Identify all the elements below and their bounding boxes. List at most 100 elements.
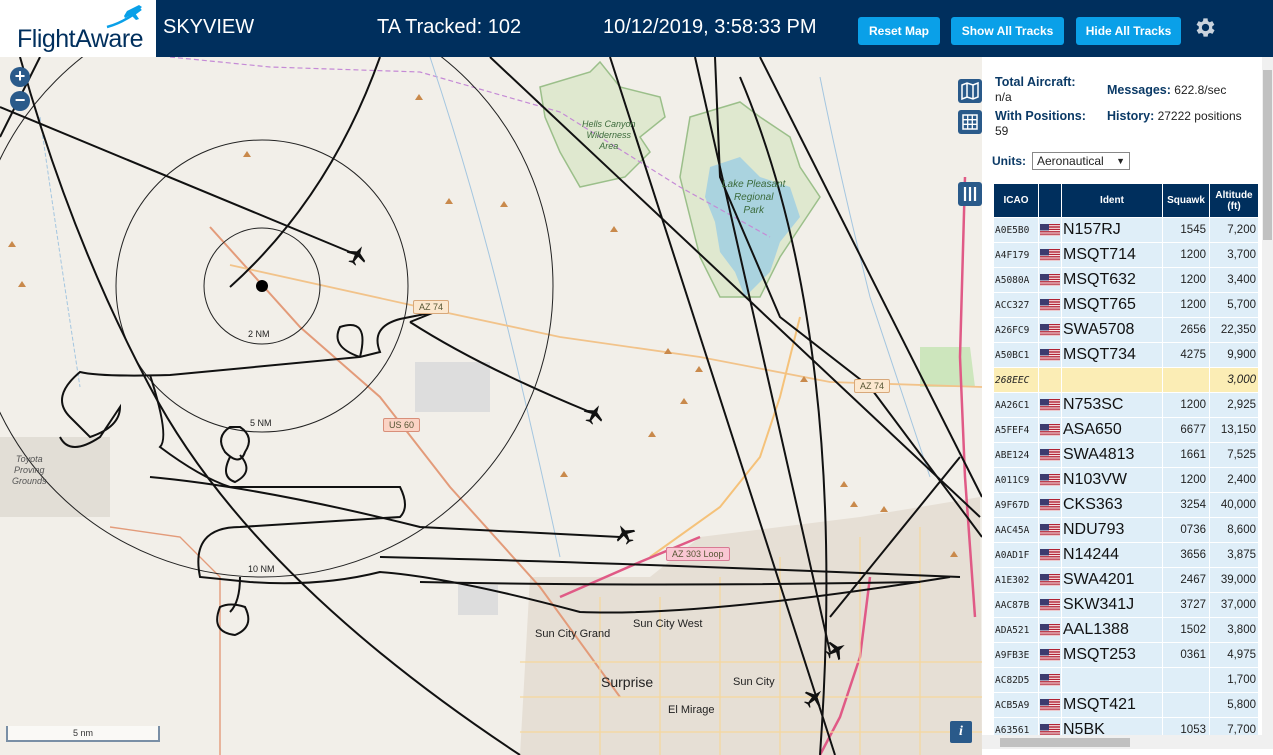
us-flag-icon — [1040, 424, 1060, 437]
cell-icao: A4F179 — [994, 243, 1038, 267]
table-row[interactable]: A0E5B0 N157RJ 1545 7,200 — [994, 218, 1258, 242]
info-button[interactable]: i — [950, 721, 972, 743]
us-flag-icon — [1040, 399, 1060, 412]
column-header-flag[interactable] — [1039, 184, 1061, 217]
aircraft-icon[interactable] — [580, 400, 607, 427]
cell-icao: AAC45A — [994, 518, 1038, 542]
columns-toggle-button[interactable] — [958, 182, 982, 206]
cell-flag — [1039, 443, 1061, 467]
place-sun-city-grand: Sun City Grand — [535, 628, 611, 640]
column-header-ident[interactable]: Ident — [1062, 184, 1162, 217]
zoom-out-button[interactable]: − — [10, 91, 30, 111]
cell-flag — [1039, 543, 1061, 567]
show-all-tracks-button[interactable]: Show All Tracks — [951, 17, 1064, 45]
stat-value: 622.8/sec — [1174, 83, 1227, 97]
cell-ident: ASA650 — [1062, 418, 1162, 442]
aircraft-table-wrap: ICAO Ident Squawk Altitude (ft) A0E5B0 N1… — [993, 183, 1259, 743]
cell-altitude: 5,700 — [1210, 293, 1258, 317]
aircraft-icon[interactable] — [343, 241, 370, 268]
us-flag-icon — [1040, 349, 1060, 362]
table-row[interactable]: A50BC1 MSQT734 4275 9,900 — [994, 343, 1258, 367]
table-row[interactable]: A5FEF4 ASA650 6677 13,150 — [994, 418, 1258, 442]
aircraft-table-body: A0E5B0 N157RJ 1545 7,200 A4F179 MSQT714 1200 3,… — [994, 218, 1258, 742]
place-line: Regional — [733, 192, 774, 203]
cell-ident: N14244 — [1062, 543, 1162, 567]
stat-label: With Positions: — [995, 109, 1086, 123]
table-row[interactable]: AC82D5 1,700 — [994, 668, 1258, 692]
cell-altitude: 1,700 — [1210, 668, 1258, 692]
place-hells-canyon: Hells Canyon Wilderness Area — [582, 119, 636, 152]
reset-map-button[interactable]: Reset Map — [858, 17, 940, 45]
us-flag-icon — [1040, 549, 1060, 562]
park-east — [920, 347, 975, 387]
cell-ident: N103VW — [1062, 468, 1162, 492]
table-row[interactable]: AAC87B SKW341J 3727 37,000 — [994, 593, 1258, 617]
cell-flag — [1039, 618, 1061, 642]
cell-altitude: 2,925 — [1210, 393, 1258, 417]
cell-flag — [1039, 243, 1061, 267]
table-row[interactable]: AA26C1 N753SC 1200 2,925 — [994, 393, 1258, 417]
table-row[interactable]: ACB5A9 MSQT421 5,800 — [994, 693, 1258, 717]
table-row[interactable]: A5080A MSQT632 1200 3,400 — [994, 268, 1258, 292]
table-row[interactable]: AAC45A NDU793 0736 8,600 — [994, 518, 1258, 542]
table-header-row: ICAO Ident Squawk Altitude (ft) — [994, 184, 1258, 217]
cell-squawk: 3656 — [1163, 543, 1209, 567]
map-layers-button[interactable] — [958, 79, 982, 103]
stat-label: Total Aircraft: — [995, 75, 1076, 89]
map-view[interactable]: 2 NM 5 NM 10 NM AZ 74 US 60 AZ 303 Loop … — [0, 57, 982, 755]
table-row[interactable]: A011C9 N103VW 1200 2,400 — [994, 468, 1258, 492]
table-row[interactable]: A26FC9 SWA5708 2656 22,350 — [994, 318, 1258, 342]
cell-icao: A0AD1F — [994, 543, 1038, 567]
vertical-scrollbar-thumb[interactable] — [1263, 70, 1272, 240]
place-el-mirage: El Mirage — [668, 704, 715, 716]
cell-ident: NDU793 — [1062, 518, 1162, 542]
table-row[interactable]: ACC327 MSQT765 1200 5,700 — [994, 293, 1258, 317]
table-row[interactable]: A0AD1F N14244 3656 3,875 — [994, 543, 1258, 567]
hide-all-tracks-button[interactable]: Hide All Tracks — [1076, 17, 1181, 45]
cell-ident: MSQT734 — [1062, 343, 1162, 367]
table-row[interactable]: A1E302 SWA4201 2467 39,000 — [994, 568, 1258, 592]
cell-ident: MSQT253 — [1062, 643, 1162, 667]
cell-flag — [1039, 668, 1061, 692]
units-select[interactable]: Aeronautical ▼ — [1032, 152, 1130, 170]
table-row[interactable]: ADA521 AAL1388 1502 3,800 — [994, 618, 1258, 642]
table-toggle-button[interactable] — [958, 110, 982, 134]
gear-icon[interactable] — [1193, 15, 1218, 40]
column-header-icao[interactable]: ICAO — [994, 184, 1038, 217]
place-line: Area — [599, 141, 619, 151]
cell-squawk: 0361 — [1163, 643, 1209, 667]
units-label: Units: — [992, 154, 1026, 168]
column-header-squawk[interactable]: Squawk — [1163, 184, 1209, 217]
table-row[interactable]: A4F179 MSQT714 1200 3,700 — [994, 243, 1258, 267]
receiver-location — [256, 280, 268, 292]
aircraft-icon[interactable] — [611, 520, 638, 547]
cell-squawk — [1163, 368, 1209, 392]
table-row[interactable]: A9FB3E MSQT253 0361 4,975 — [994, 643, 1258, 667]
cell-altitude: 4,975 — [1210, 643, 1258, 667]
flightaware-logo[interactable]: FlightAware — [0, 0, 156, 57]
units-label-text: Units: — [992, 154, 1026, 168]
column-header-altitude[interactable]: Altitude (ft) — [1210, 184, 1258, 217]
columns-icon — [963, 187, 977, 201]
table-row[interactable]: ABE124 SWA4813 1661 7,525 — [994, 443, 1258, 467]
cell-icao: A50BC1 — [994, 343, 1038, 367]
range-label-5nm: 5 NM — [250, 418, 272, 428]
table-row[interactable]: 268EEC 3,000 — [994, 368, 1258, 392]
map-canvas[interactable] — [0, 57, 982, 755]
horizontal-scrollbar-thumb[interactable] — [1000, 738, 1130, 747]
us-flag-icon — [1040, 499, 1060, 512]
cell-altitude: 22,350 — [1210, 318, 1258, 342]
place-line: Hells Canyon — [582, 119, 636, 129]
cell-ident: MSQT714 — [1062, 243, 1162, 267]
cell-altitude: 3,800 — [1210, 618, 1258, 642]
cell-ident: N157RJ — [1062, 218, 1162, 242]
zoom-in-button[interactable]: + — [10, 67, 30, 87]
table-row[interactable]: A9F67D CKS363 3254 40,000 — [994, 493, 1258, 517]
cell-squawk — [1163, 668, 1209, 692]
gray-block-1 — [415, 362, 490, 412]
grid-icon — [962, 114, 978, 130]
stat-label: Messages: — [1107, 83, 1171, 97]
place-line: Wilderness — [586, 130, 631, 140]
cell-icao: A0E5B0 — [994, 218, 1038, 242]
stat-value: n/a — [995, 90, 1012, 104]
